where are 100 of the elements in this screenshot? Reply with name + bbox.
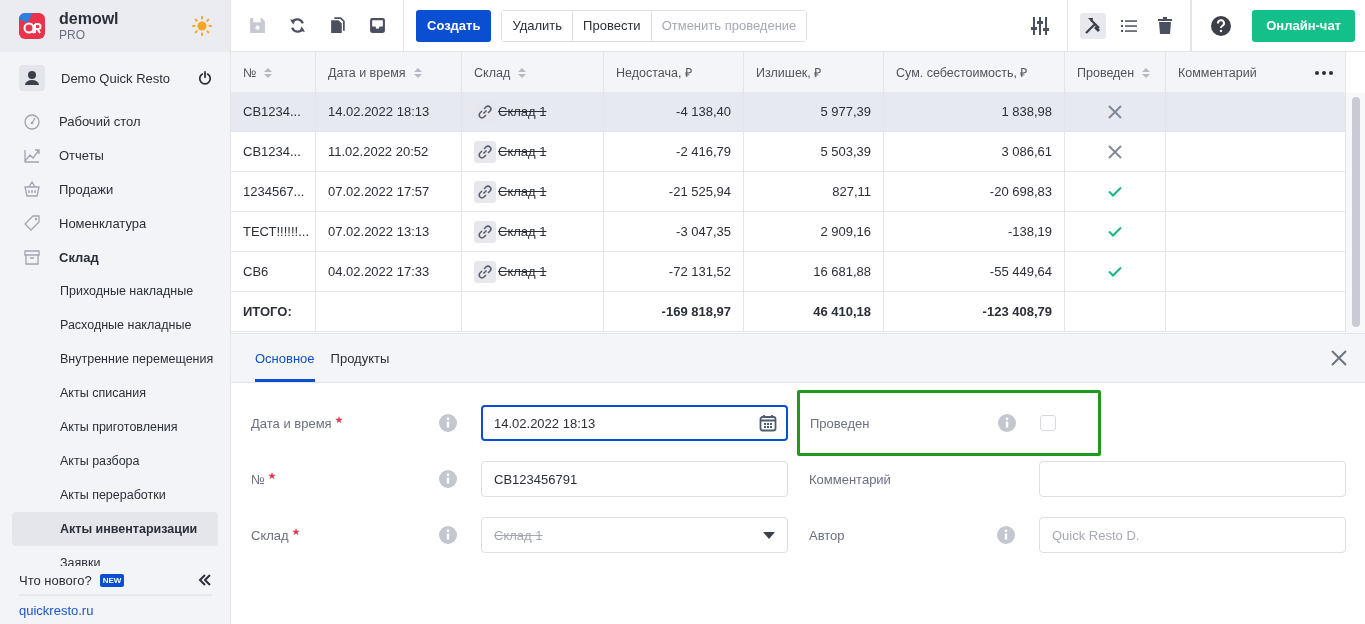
copy-icon[interactable] [328,17,346,34]
nav-subitem[interactable]: Приходные накладные [12,274,218,308]
table-cell: 14.02.2022 18:13 [316,92,462,132]
input-field[interactable]: Quick Resto D. [1039,517,1346,553]
nav-subitem[interactable]: Внутренние перемещения [12,342,218,376]
nav-item[interactable]: Продажи [0,172,230,206]
table-cell: ИТОГО: [231,292,316,332]
tab[interactable]: Продукты [330,334,390,382]
table-cell: 04.02.2022 17:33 [316,252,462,292]
help-icon[interactable] [1211,15,1232,36]
gauge-icon [23,112,41,130]
trash-icon[interactable] [1158,17,1173,34]
table-cell: ТЕСТ!!!!!!... [231,212,316,252]
create-button[interactable]: Создать [416,9,492,42]
field-label: Дата и время [251,415,332,431]
table-cell: 1234567... [231,172,316,212]
table-cell: -21 525,94 [604,172,744,212]
collapse-icon[interactable] [198,574,212,586]
table-cell: -55 449,64 [884,252,1065,292]
link-icon [474,140,496,163]
nav-item[interactable]: Рабочий стол [0,104,230,138]
warehouse-name: Склад 1 [498,224,547,239]
column-header[interactable]: Проведен [1065,52,1166,94]
calendar-icon[interactable] [759,414,777,432]
box-icon [23,248,41,266]
nav-subitem[interactable]: Акты приготовления [12,410,218,444]
sliders-icon[interactable] [1030,15,1051,36]
table-cell: -138,19 [884,212,1065,252]
table-cell: 07.02.2022 13:13 [316,212,462,252]
table-cell: СВ1234... [231,92,316,132]
warehouse-name: Склад 1 [498,264,547,279]
link-icon [474,260,496,283]
table-cell: 1 838,98 [884,92,1065,132]
avatar-icon [19,65,45,91]
action-button[interactable]: Удалить [502,10,574,41]
nav-item[interactable]: Склад [0,240,230,274]
tag-icon [23,214,41,232]
warehouse-name: Склад 1 [498,144,547,159]
table-cell: 07.02.2022 17:57 [316,172,462,212]
plan-label: PRO [59,28,86,42]
brand-name: demowl [59,10,120,28]
site-link[interactable]: quickresto.ru [19,602,94,618]
close-icon[interactable] [1331,350,1347,366]
link-icon [474,180,496,203]
table-cell: -2 416,79 [604,132,744,172]
link-icon [474,220,496,243]
tab[interactable]: Основное [255,334,315,382]
user-name: Demo Quick Resto [61,70,172,86]
column-header[interactable]: Дата и время [316,52,462,94]
field-label: Автор [809,527,845,543]
refresh-icon[interactable] [288,17,306,34]
column-header[interactable]: Сум. себестоимость, ₽ [884,52,1065,94]
column-header[interactable]: Недостача, ₽ [604,52,744,94]
nav-subitem[interactable]: Акты разбора [12,444,218,478]
table-cell: 5 503,39 [744,132,884,172]
checkbox[interactable] [1040,415,1056,431]
column-header[interactable]: Комментарий [1166,52,1346,94]
table-cell: -123 408,79 [884,292,1065,332]
field-label: Проведен [810,415,870,431]
table-cell: 11.02.2022 20:52 [316,132,462,172]
table-cell: -72 131,52 [604,252,744,292]
nav-item[interactable]: Номенклатура [0,206,230,240]
table-cell: 46 410,18 [744,292,884,332]
table-cell: 3 086,61 [884,132,1065,172]
nav-subitem[interactable]: Акты инвентаризации [12,512,218,546]
new-badge: NEW [99,573,125,587]
chart-icon [23,146,41,164]
scrollbar[interactable] [1346,93,1365,333]
table-cell: -169 818,97 [604,292,744,332]
inbox-icon[interactable] [368,17,386,34]
nav-subitem[interactable]: Акты списания [12,376,218,410]
table-cell: -20 698,83 [884,172,1065,212]
power-icon[interactable] [198,71,212,85]
list-icon[interactable] [1121,18,1138,33]
input-field[interactable]: СВ123456791 [481,461,788,497]
table-cell: -4 138,40 [604,92,744,132]
column-header[interactable]: Излишек, ₽ [744,52,884,94]
scrollbar-thumb[interactable] [1351,97,1360,327]
table-cell: -3 047,35 [604,212,744,252]
nav-subitem[interactable]: Акты переработки [12,478,218,512]
table-cell: 827,11 [744,172,884,212]
column-header[interactable]: № [231,52,316,94]
logo-icon [19,13,45,39]
warehouse-name: Склад 1 [498,104,547,119]
nav-item[interactable]: Отчеты [0,138,230,172]
table-cell: СВ1234... [231,132,316,172]
field-label: Комментарий [809,471,891,487]
basket-icon [23,180,41,198]
warehouse-name: Склад 1 [498,184,547,199]
table-cell: 5 977,39 [744,92,884,132]
column-header[interactable]: Склад [462,52,604,94]
tools-icon[interactable] [1084,16,1103,35]
field-label: № [251,471,265,487]
sort-icon [264,67,273,78]
input-field[interactable] [1039,461,1346,497]
more-icon[interactable] [1315,70,1333,75]
whats-new-link[interactable]: Что нового? [19,572,92,588]
table-cell: 16 681,88 [744,252,884,292]
nav-subitem[interactable]: Расходные накладные [12,308,218,342]
date-field[interactable]: 14.02.2022 18:13 [481,405,788,441]
